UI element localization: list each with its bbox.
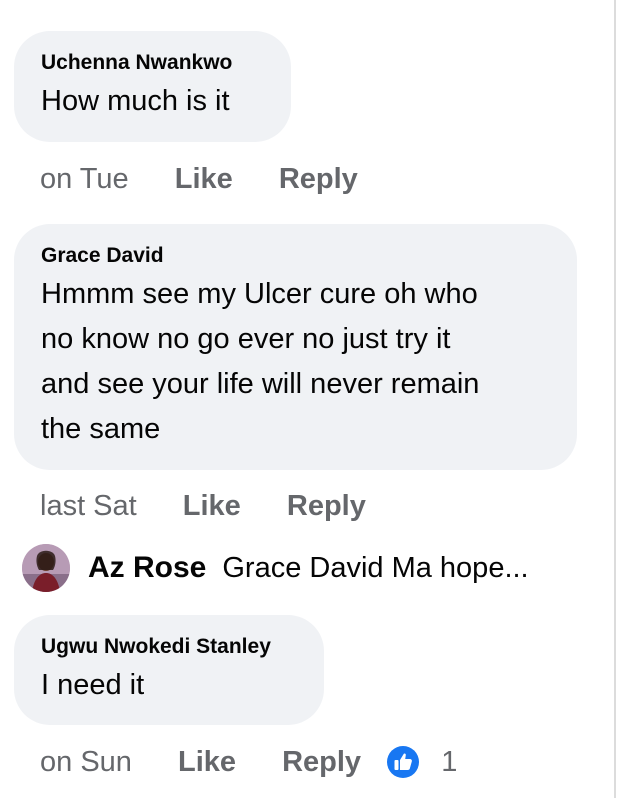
reply-button[interactable]: Reply bbox=[287, 488, 366, 524]
comment-actions: on Tue Like Reply bbox=[40, 160, 376, 197]
comment-text-line: the same bbox=[41, 413, 161, 445]
avatar-image bbox=[22, 544, 70, 592]
reply-button[interactable]: Reply bbox=[282, 744, 361, 780]
comments-section: Uchenna Nwankwo How much is it on Tue Li… bbox=[0, 0, 622, 798]
reply-text: Grace David Ma hope... bbox=[222, 551, 529, 584]
divider-line bbox=[614, 0, 616, 798]
comment-text-line: no know no go ever no just try it bbox=[41, 323, 451, 355]
reply-button[interactable]: Reply bbox=[279, 161, 358, 197]
reply-preview[interactable]: Az Rose Grace David Ma hope... bbox=[22, 543, 529, 593]
comment-text-line: How much is it bbox=[41, 85, 230, 117]
user-avatar[interactable] bbox=[22, 544, 70, 592]
like-button[interactable]: Like bbox=[178, 744, 236, 780]
reply-author[interactable]: Az Rose bbox=[88, 551, 206, 585]
comment-text: Hmmm see my Ulcer cure oh who no know no… bbox=[41, 272, 551, 452]
comment-author[interactable]: Ugwu Nwokedi Stanley bbox=[41, 635, 298, 659]
comment-actions: last Sat Like Reply bbox=[40, 487, 384, 524]
reaction-count[interactable]: 1 bbox=[441, 744, 457, 780]
comment-text: I need it bbox=[41, 663, 298, 708]
comment-text: How much is it bbox=[41, 79, 265, 124]
comment-timestamp[interactable]: on Tue bbox=[40, 161, 129, 197]
like-icon[interactable] bbox=[387, 746, 420, 779]
comment-text-line: Hmmm see my Ulcer cure oh who bbox=[41, 278, 478, 310]
comment-author[interactable]: Uchenna Nwankwo bbox=[41, 51, 265, 75]
thumbs-up-icon bbox=[394, 753, 413, 771]
comment-actions: on Sun Like Reply 1 bbox=[40, 743, 457, 780]
like-button[interactable]: Like bbox=[183, 488, 241, 524]
comment-timestamp[interactable]: on Sun bbox=[40, 744, 132, 780]
comment-bubble: Uchenna Nwankwo How much is it bbox=[14, 31, 291, 142]
like-button[interactable]: Like bbox=[175, 161, 233, 197]
comment-text-line: and see your life will never remain bbox=[41, 368, 480, 400]
comment-text-line: I need it bbox=[41, 669, 145, 701]
comment-author[interactable]: Grace David bbox=[41, 244, 551, 268]
comment-bubble: Grace David Hmmm see my Ulcer cure oh wh… bbox=[14, 224, 577, 470]
comment-timestamp[interactable]: last Sat bbox=[40, 488, 137, 524]
comment-bubble: Ugwu Nwokedi Stanley I need it bbox=[14, 615, 324, 725]
